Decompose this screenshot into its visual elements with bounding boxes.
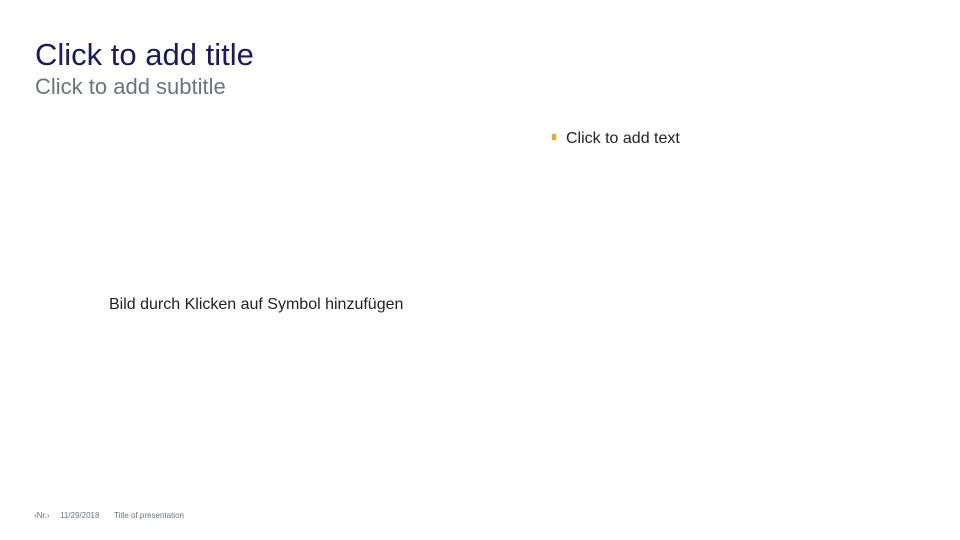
footer-date: 11/29/2018 xyxy=(60,511,100,520)
body-text-placeholder[interactable]: Click to add text xyxy=(552,129,680,149)
footer-presentation-title: Title of presentation xyxy=(114,511,184,520)
picture-placeholder[interactable]: Bild durch Klicken auf Symbol hinzufügen xyxy=(109,295,403,315)
body-text-label: Click to add text xyxy=(566,130,680,147)
slide-subtitle-placeholder[interactable]: Click to add subtitle xyxy=(35,74,226,100)
slide-canvas: Click to add title Click to add subtitle… xyxy=(0,0,960,540)
slide-title-placeholder[interactable]: Click to add title xyxy=(35,37,254,73)
bullet-icon xyxy=(552,134,556,140)
footer-slide-number: ‹Nr.› xyxy=(34,511,50,520)
